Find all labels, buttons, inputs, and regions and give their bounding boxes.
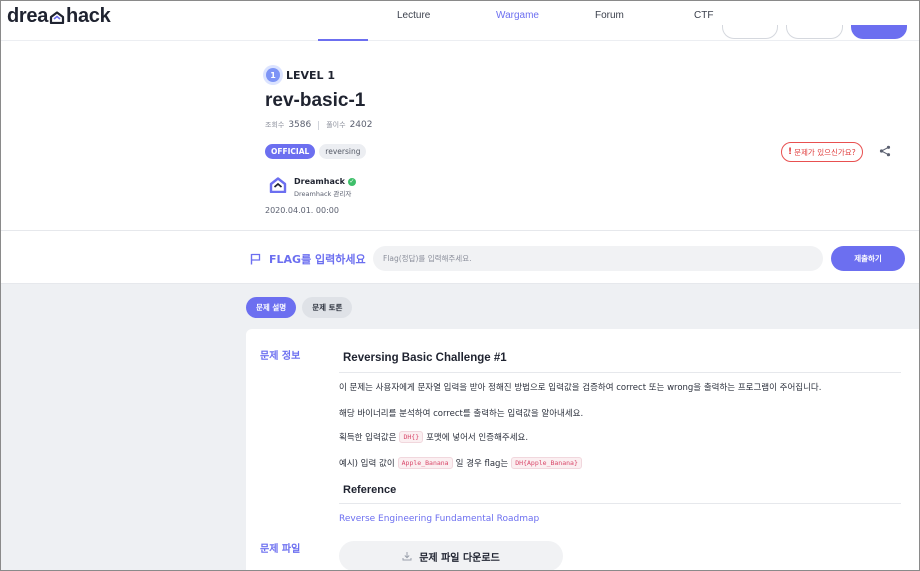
heading-divider [339,372,901,373]
header-button-primary[interactable] [851,25,907,39]
page-frame: drea hack Lecture Wargame Forum CTF 1 LE… [0,0,920,571]
challenge-heading: Reversing Basic Challenge #1 [343,352,507,364]
nav-item-lecture[interactable]: Lecture [397,10,430,21]
flag-input[interactable] [373,246,823,271]
description-paragraph-3: 획득한 입력값은 DH{} 포맷에 넣어서 인증해주세요. [339,431,528,443]
download-icon [402,552,412,561]
tag-reversing[interactable]: reversing [319,144,367,159]
problem-info-label: 문제 정보 [260,351,301,362]
tab-description[interactable]: 문제 설명 [246,297,297,318]
reference-heading: Reference [343,484,397,496]
tab-discussion[interactable]: 문제 토론 [302,297,353,318]
description-card [246,329,919,570]
logo-text-left: drea [7,5,49,27]
page-title: rev-basic-1 [265,90,366,111]
content-tabs: 문제 설명 문제 토론 [246,297,353,318]
description-paragraph-1: 이 문제는 사용자에게 문자열 입력을 받아 정해진 방법으로 입력값을 검증하… [339,383,822,393]
submit-flag-button[interactable]: 제출하기 [831,246,905,271]
solves-count: 2402 [349,120,373,130]
nav-item-forum[interactable]: Forum [595,10,624,21]
exclamation-icon: ! [788,147,793,157]
para4-text-start: 예시) 입력 값이 [339,459,395,469]
stats-divider [318,120,320,130]
logo-text-right: hack [66,5,111,27]
flag-label-text: FLAG를 입력하세요 [269,253,366,266]
para4-text-mid: 일 경우 flag는 [455,459,509,469]
author-info[interactable]: Dreamhack ✓ Dreamhack 관리자 [269,177,356,198]
flag-format-code: DH{} [399,431,424,443]
reference-divider [339,503,901,504]
flag-label: FLAG를 입력하세요 [250,251,366,267]
dreamhack-avatar-icon [269,177,287,193]
challenge-stats: 조회수 3586 풀이수 2402 [265,120,372,130]
level-label: LEVEL 1 [286,68,336,82]
logo-hat-icon [49,11,65,24]
nav-item-wargame[interactable]: Wargame [496,10,539,21]
report-problem-label: 문제가 있으신가요? [794,147,856,157]
para3-text-start: 획득한 입력값은 [339,433,397,443]
tag-official[interactable]: OFFICIAL [265,144,316,159]
views-label: 조회수 [265,121,285,129]
header-button-2[interactable] [786,25,843,39]
verified-check-icon: ✓ [347,177,356,186]
logo[interactable]: drea hack [7,5,111,28]
description-paragraph-4: 예시) 입력 값이 Apple_Banana 일 경우 flag는 DH{App… [339,457,582,469]
nav-active-indicator [318,39,368,41]
download-files-button[interactable]: 문제 파일 다운로드 [339,541,563,570]
top-nav: drea hack Lecture Wargame Forum CTF [1,1,919,41]
tag-list: OFFICIAL reversing [265,144,367,159]
example-flag-code: DH{Apple_Banana} [511,457,582,469]
author-name: Dreamhack [294,177,345,186]
header-button-1[interactable] [722,25,778,39]
publish-date: 2020.04.01. 00:00 [265,206,339,215]
level-indicator: 1 LEVEL 1 [266,68,335,82]
views-count: 3586 [288,120,312,130]
para3-text-end: 포맷에 넣어서 인증해주세요. [426,433,529,443]
nav-item-ctf[interactable]: CTF [694,10,713,21]
description-paragraph-2: 해당 바이너리를 분석하여 correct를 출력하는 입력값을 알아내세요. [339,409,584,419]
example-input-code: Apple_Banana [397,457,453,469]
flag-icon [250,253,261,265]
author-role: Dreamhack 관리자 [294,190,352,198]
level-badge-icon: 1 [266,68,280,82]
report-problem-button[interactable]: ! 문제가 있으신가요? [781,142,863,162]
solves-label: 풀이수 [326,121,346,129]
reference-link[interactable]: Reverse Engineering Fundamental Roadmap [339,514,539,524]
flag-submit-section: FLAG를 입력하세요 제출하기 [1,230,919,284]
problem-files-label: 문제 파일 [260,544,301,555]
share-icon[interactable] [879,145,891,157]
download-files-label: 문제 파일 다운로드 [419,552,500,564]
